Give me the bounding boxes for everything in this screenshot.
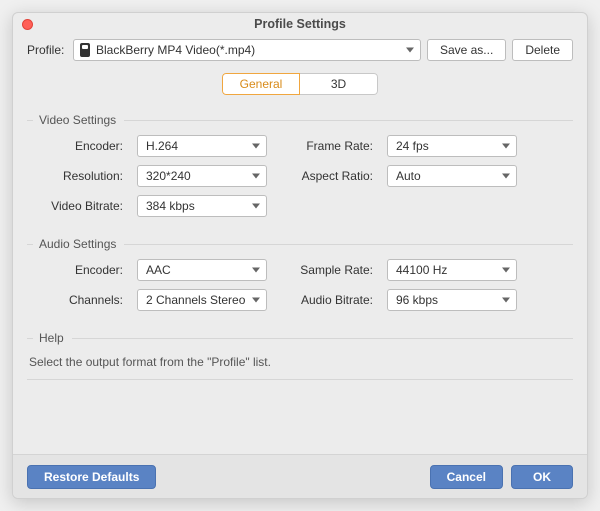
profile-select[interactable]: BlackBerry MP4 Video(*.mp4): [73, 39, 421, 61]
chevron-down-icon: [252, 144, 260, 149]
aspect-ratio-label: Aspect Ratio:: [281, 169, 373, 183]
profile-selected-value: BlackBerry MP4 Video(*.mp4): [96, 43, 255, 57]
ok-button[interactable]: OK: [511, 465, 573, 489]
delete-button[interactable]: Delete: [512, 39, 573, 61]
audio-bitrate-label: Audio Bitrate:: [281, 293, 373, 307]
video-bitrate-label: Video Bitrate:: [31, 199, 123, 213]
chevron-down-icon: [502, 268, 510, 273]
close-icon[interactable]: [22, 19, 33, 30]
chevron-down-icon: [252, 268, 260, 273]
save-as-button[interactable]: Save as...: [427, 39, 506, 61]
chevron-down-icon: [502, 144, 510, 149]
resolution-label: Resolution:: [31, 169, 123, 183]
chevron-down-icon: [252, 174, 260, 179]
channels-select[interactable]: 2 Channels Stereo: [137, 289, 267, 311]
chevron-down-icon: [502, 174, 510, 179]
chevron-down-icon: [502, 298, 510, 303]
chevron-down-icon: [252, 204, 260, 209]
tab-general[interactable]: General: [222, 73, 300, 95]
video-encoder-select[interactable]: H.264: [137, 135, 267, 157]
audio-settings-heading: Audio Settings: [27, 237, 573, 251]
profile-settings-dialog: Profile Settings Profile: BlackBerry MP4…: [12, 12, 588, 499]
chevron-down-icon: [252, 298, 260, 303]
titlebar: Profile Settings: [13, 13, 587, 35]
restore-defaults-button[interactable]: Restore Defaults: [27, 465, 156, 489]
audio-encoder-select[interactable]: AAC: [137, 259, 267, 281]
cancel-button[interactable]: Cancel: [430, 465, 503, 489]
dialog-footer: Restore Defaults Cancel OK: [13, 454, 587, 498]
channels-label: Channels:: [31, 293, 123, 307]
audio-bitrate-select[interactable]: 96 kbps: [387, 289, 517, 311]
help-text: Select the output format from the "Profi…: [27, 353, 573, 375]
video-settings-heading: Video Settings: [27, 113, 573, 127]
help-heading: Help: [27, 331, 573, 345]
video-encoder-label: Encoder:: [31, 139, 123, 153]
window-title: Profile Settings: [254, 17, 346, 31]
tab-3d[interactable]: 3D: [300, 73, 378, 95]
profile-label: Profile:: [27, 43, 67, 57]
device-icon: [80, 43, 90, 57]
frame-rate-select[interactable]: 24 fps: [387, 135, 517, 157]
divider: [27, 379, 573, 380]
chevron-down-icon: [406, 48, 414, 53]
video-bitrate-select[interactable]: 384 kbps: [137, 195, 267, 217]
sample-rate-label: Sample Rate:: [281, 263, 373, 277]
tab-segmented-control: General 3D: [222, 73, 378, 95]
resolution-select[interactable]: 320*240: [137, 165, 267, 187]
audio-encoder-label: Encoder:: [31, 263, 123, 277]
sample-rate-select[interactable]: 44100 Hz: [387, 259, 517, 281]
aspect-ratio-select[interactable]: Auto: [387, 165, 517, 187]
frame-rate-label: Frame Rate:: [281, 139, 373, 153]
